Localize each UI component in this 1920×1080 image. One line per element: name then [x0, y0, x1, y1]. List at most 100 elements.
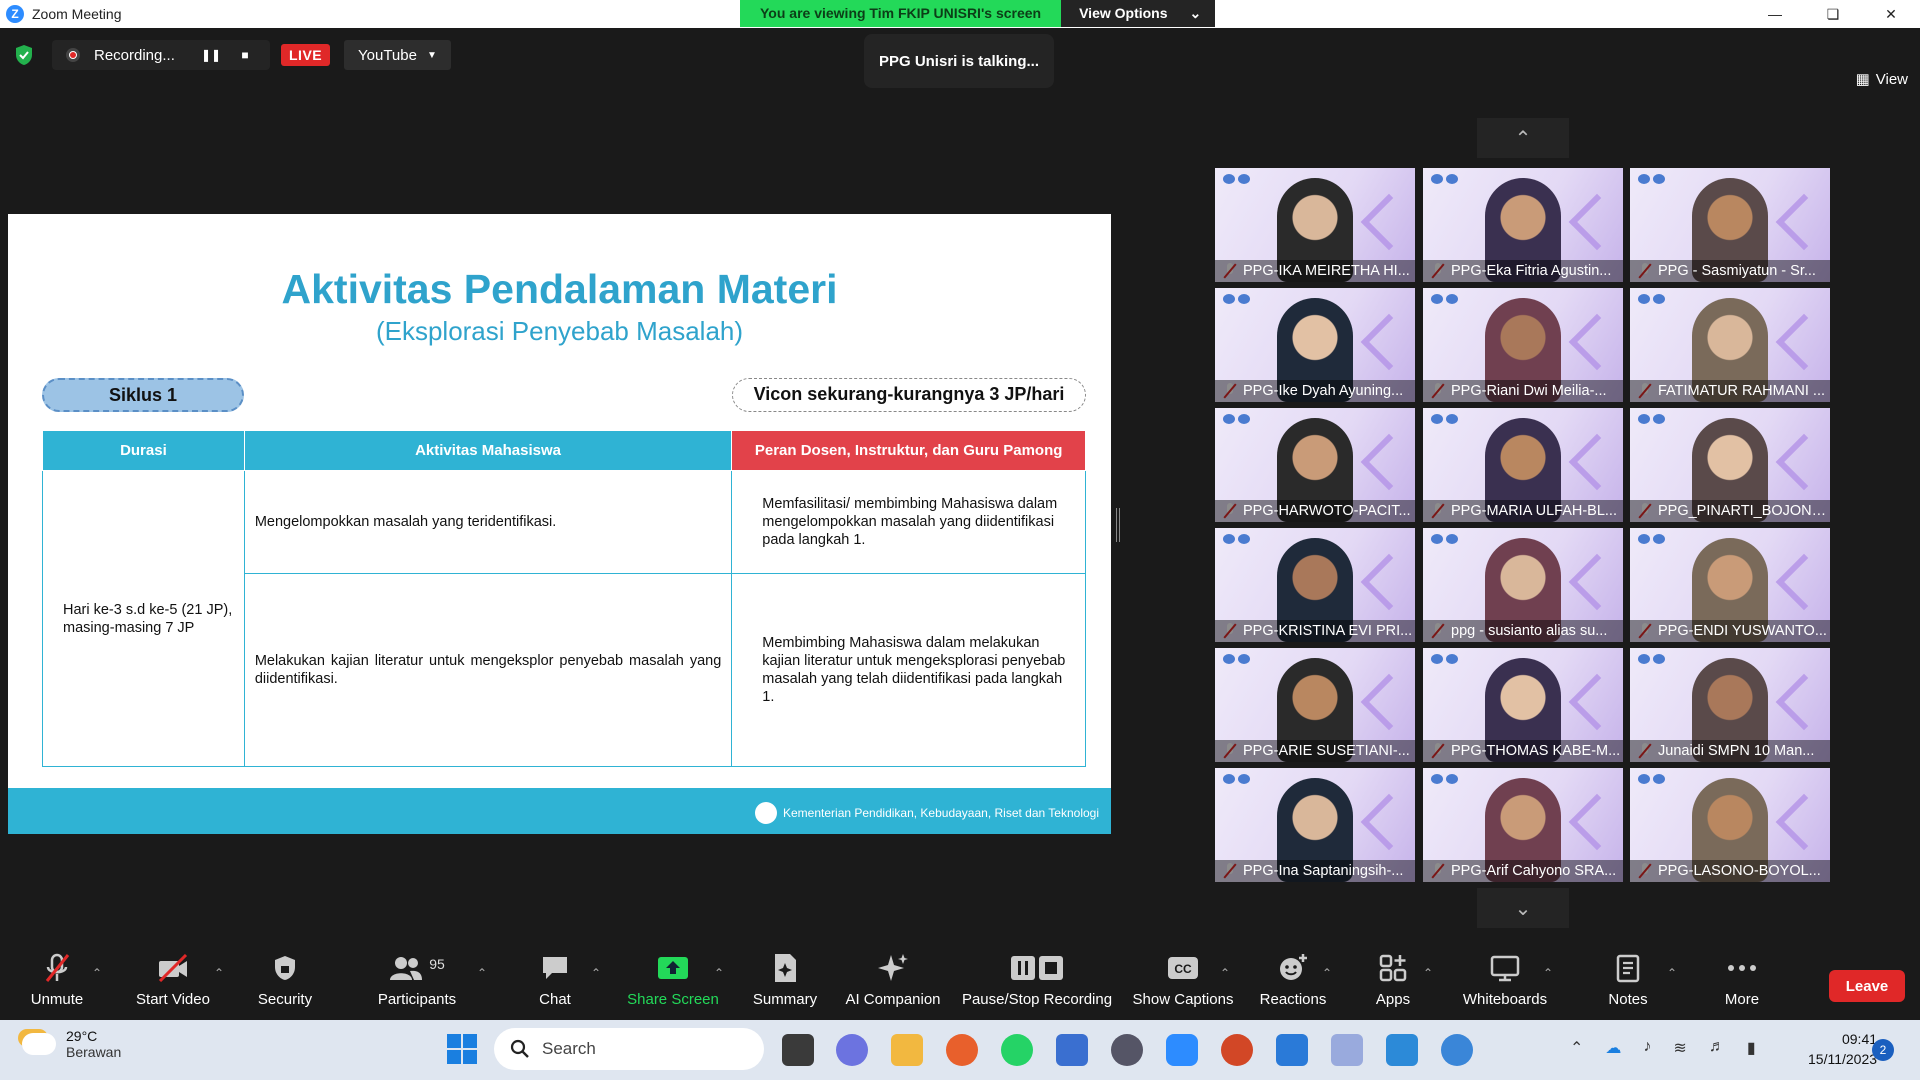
participant-tile[interactable]: PPG-THOMAS KABE-M... — [1423, 648, 1623, 762]
show-captions-button[interactable]: CC Show Captions — [1132, 948, 1234, 1020]
clock[interactable]: 09:41 15/11/2023 — [1808, 1029, 1877, 1069]
participant-tile[interactable]: PPG-Arif Cahyono SRA... — [1423, 768, 1623, 882]
apps-button[interactable]: Apps — [1366, 948, 1420, 1020]
powerpoint-icon[interactable] — [1221, 1034, 1253, 1066]
activity-table: Durasi Aktivitas Mahasiswa Peran Dosen, … — [42, 430, 1086, 767]
notification-badge[interactable]: 2 — [1872, 1039, 1894, 1061]
participant-name: PPG-ENDI YUSWANTO... — [1630, 620, 1830, 642]
task-view-icon[interactable] — [782, 1034, 814, 1066]
teams-chat-icon[interactable] — [836, 1034, 868, 1066]
clock-app-icon[interactable] — [1441, 1034, 1473, 1066]
settings-icon[interactable] — [1111, 1034, 1143, 1066]
live-badge[interactable]: LIVE — [281, 44, 331, 66]
participant-name: PPG-IKA MEIRETHA HI... — [1215, 260, 1415, 282]
participant-tile[interactable]: FATIMATUR RAHMANI ... — [1630, 288, 1830, 402]
system-tray: ⌃ ☁ ♪ ≋ ♬ ▮ — [1570, 1038, 1756, 1058]
audio-options-caret[interactable]: ⌃ — [92, 966, 102, 980]
pane-resize-handle[interactable] — [1116, 508, 1120, 542]
event-logo-icon — [1431, 651, 1461, 664]
participant-tile[interactable]: PPG-Eka Fitria Agustin... — [1423, 168, 1623, 282]
taskbar-search[interactable]: Search — [494, 1028, 764, 1070]
participant-tile[interactable]: PPG-MARIA ULFAH-BL... — [1423, 408, 1623, 522]
chevron-down-icon: ⌄ — [1189, 5, 1202, 21]
event-logo-icon — [1638, 411, 1668, 424]
participant-tile[interactable]: PPG-IKA MEIRETHA HI... — [1215, 168, 1415, 282]
notepad-icon[interactable] — [1276, 1034, 1308, 1066]
security-icon — [272, 948, 298, 988]
onedrive-icon[interactable]: ☁ — [1605, 1038, 1621, 1058]
participant-tile[interactable]: PPG-HARWOTO-PACIT... — [1215, 408, 1415, 522]
participant-tile[interactable]: PPG - Sasmiyatun - Sr... — [1630, 168, 1830, 282]
whiteboards-options-caret[interactable]: ⌃ — [1543, 966, 1553, 980]
leave-button[interactable]: Leave — [1829, 970, 1905, 1002]
file-explorer-icon[interactable] — [891, 1034, 923, 1066]
captions-options-caret[interactable]: ⌃ — [1220, 966, 1230, 980]
shield-icon[interactable] — [14, 44, 34, 66]
microphone-icon[interactable]: ♪ — [1643, 1038, 1651, 1058]
chat-button[interactable]: Chat — [530, 948, 580, 1020]
view-icon: ▦ — [1855, 71, 1870, 88]
participant-name: ppg - susianto alias su... — [1423, 620, 1623, 642]
wifi-icon[interactable]: ≋ — [1673, 1038, 1686, 1058]
participant-tile[interactable]: ppg - susianto alias su... — [1423, 528, 1623, 642]
pause-stop-recording-button[interactable]: Pause/Stop Recording — [962, 948, 1112, 1020]
participant-tile[interactable]: PPG_PINARTI_BOJONE... — [1630, 408, 1830, 522]
more-label: More — [1724, 991, 1760, 1008]
participant-tile[interactable]: PPG-ARIE SUSETIANI-... — [1215, 648, 1415, 762]
participant-tile[interactable]: Junaidi SMPN 10 Man... — [1630, 648, 1830, 762]
apps-options-caret[interactable]: ⌃ — [1423, 966, 1433, 980]
participants-button[interactable]: 95 Participants — [372, 948, 462, 1020]
participant-tile[interactable]: PPG-KRISTINA EVI PRI... — [1215, 528, 1415, 642]
snipping-tool-icon[interactable] — [1331, 1034, 1363, 1066]
weather-widget[interactable]: 29°C Berawan — [22, 1028, 121, 1060]
whiteboards-button[interactable]: Whiteboards — [1455, 948, 1555, 1020]
video-options-caret[interactable]: ⌃ — [214, 966, 224, 980]
battery-icon[interactable]: ▮ — [1747, 1038, 1756, 1058]
security-button[interactable]: Security — [252, 948, 318, 1020]
participant-tile[interactable]: PPG-ENDI YUSWANTO... — [1630, 528, 1830, 642]
event-logo-icon — [1223, 531, 1253, 544]
meeting-toolbar: Unmute ⌃ Start Video ⌃ Security 95 Parti… — [0, 948, 1920, 1020]
store-icon[interactable] — [1056, 1034, 1088, 1066]
notes-options-caret[interactable]: ⌃ — [1667, 966, 1677, 980]
stream-target-dropdown[interactable]: YouTube ▼ — [344, 40, 451, 70]
participant-tile[interactable]: PPG-Riani Dwi Meilia-... — [1423, 288, 1623, 402]
minimize-button[interactable]: — — [1746, 0, 1804, 28]
share-options-caret[interactable]: ⌃ — [714, 966, 724, 980]
reactions-button[interactable]: Reactions — [1258, 948, 1328, 1020]
windows-start-icon[interactable] — [447, 1034, 477, 1064]
tray-chevron-up-icon[interactable]: ⌃ — [1570, 1038, 1583, 1058]
chevron-down-icon: ⌄ — [1514, 897, 1532, 920]
unmute-button[interactable]: Unmute — [27, 948, 87, 1020]
gallery-scroll-up[interactable]: ⌃ — [1477, 118, 1569, 158]
zoom-taskbar-icon[interactable] — [1166, 1034, 1198, 1066]
ai-companion-button[interactable]: AI Companion — [844, 948, 942, 1020]
whatsapp-icon[interactable] — [1001, 1034, 1033, 1066]
firefox-icon[interactable] — [946, 1034, 978, 1066]
more-button[interactable]: More — [1718, 948, 1766, 1020]
view-options-button[interactable]: View Options ⌄ — [1061, 0, 1216, 27]
pause-icon[interactable]: ❚❚ — [194, 48, 228, 62]
participant-tile[interactable]: PPG-Ike Dyah Ayuning... — [1215, 288, 1415, 402]
share-screen-button[interactable]: Share Screen — [626, 948, 720, 1020]
notes-button[interactable]: Notes — [1600, 948, 1656, 1020]
view-button[interactable]: ▦ View — [1855, 70, 1908, 89]
stop-icon[interactable]: ■ — [228, 48, 262, 62]
weather-desc: Berawan — [66, 1044, 122, 1060]
photos-icon[interactable] — [1386, 1034, 1418, 1066]
volume-icon[interactable]: ♬ — [1709, 1038, 1725, 1058]
participants-options-caret[interactable]: ⌃ — [477, 966, 487, 980]
restore-button[interactable]: ❏ — [1804, 0, 1862, 28]
summary-icon — [772, 948, 798, 988]
summary-button[interactable]: Summary — [750, 948, 820, 1020]
participant-tile[interactable]: PPG-LASONO-BOYOL... — [1630, 768, 1830, 882]
start-video-button[interactable]: Start Video — [133, 948, 213, 1020]
chat-options-caret[interactable]: ⌃ — [591, 966, 601, 980]
participant-name: PPG_PINARTI_BOJONE... — [1630, 500, 1830, 522]
close-button[interactable]: ✕ — [1862, 0, 1920, 28]
participant-name: PPG-Arif Cahyono SRA... — [1423, 860, 1623, 882]
participant-count: 95 — [429, 956, 445, 972]
reactions-options-caret[interactable]: ⌃ — [1322, 966, 1332, 980]
participant-tile[interactable]: PPG-Ina Saptaningsih-... — [1215, 768, 1415, 882]
gallery-scroll-down[interactable]: ⌄ — [1477, 888, 1569, 928]
